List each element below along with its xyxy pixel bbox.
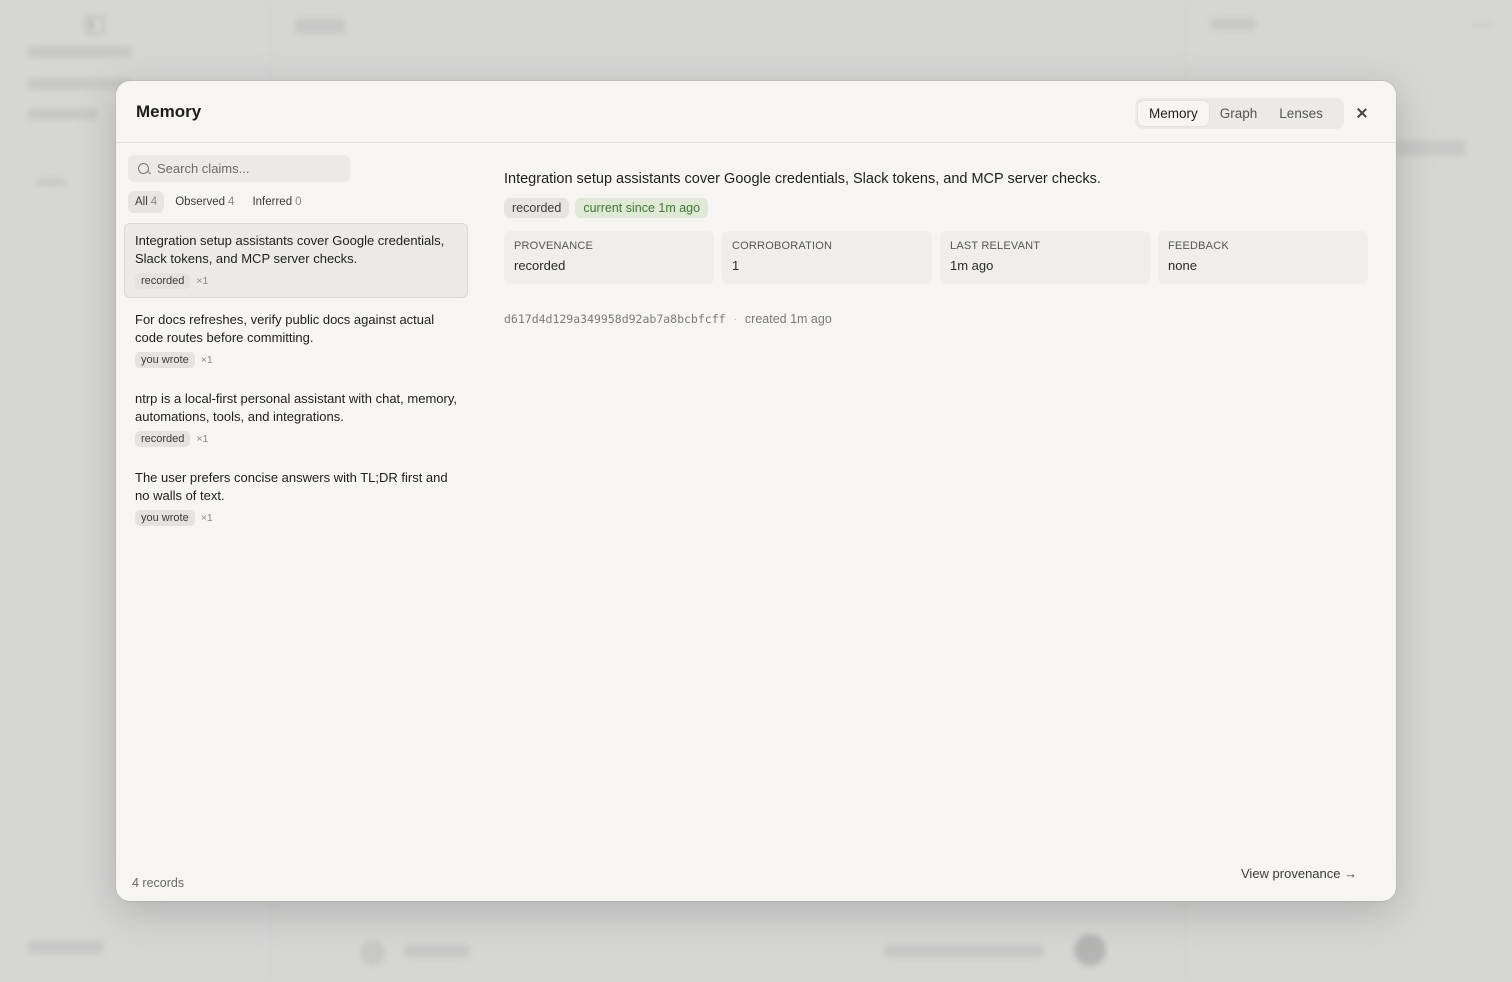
bg-placeholder [294, 18, 346, 34]
filter-count: 4 [228, 196, 235, 208]
record-id: d617d4d129a349958d92ab7a8bcbfcff [504, 312, 726, 326]
memory-modal: Memory Memory Graph Lenses All 4 Observe… [116, 81, 1396, 901]
bg-placeholder [1210, 18, 1256, 30]
bg-placeholder [404, 944, 470, 958]
meta-line: d617d4d129a349958d92ab7a8bcbfcff · creat… [504, 312, 1370, 326]
separator: · [733, 313, 737, 325]
filter-tabs: All 4 Observed 4 Inferred 0 [128, 191, 309, 213]
bg-placeholder [36, 178, 66, 186]
filter-label: Inferred [252, 196, 293, 208]
list-item[interactable]: Integration setup assistants cover Googl… [124, 223, 468, 298]
search-icon [138, 163, 149, 174]
claims-list: Integration setup assistants cover Googl… [124, 223, 468, 539]
stat-provenance: PROVENANCE recorded [504, 231, 714, 284]
stat-value: none [1168, 258, 1197, 273]
filter-label: All [135, 196, 148, 208]
source-badge: you wrote [135, 510, 195, 526]
stat-corroboration: CORROBORATION 1 [722, 231, 932, 284]
claim-text: Integration setup assistants cover Googl… [135, 233, 445, 266]
stat-label: CORROBORATION [732, 240, 833, 252]
claim-meta: recorded ×1 [135, 431, 457, 447]
stat-label: LAST RELEVANT [950, 240, 1041, 252]
bg-placeholder [884, 944, 1044, 958]
tab-lenses[interactable]: Lenses [1268, 101, 1334, 126]
filter-all[interactable]: All 4 [128, 191, 165, 213]
search-input[interactable] [157, 161, 337, 176]
filter-inferred[interactable]: Inferred 0 [245, 191, 308, 213]
filter-count: 4 [150, 196, 158, 208]
claim-detail: Integration setup assistants cover Googl… [504, 169, 1370, 326]
filter-count: 0 [295, 196, 302, 208]
stat-label: PROVENANCE [514, 240, 594, 252]
detail-badges: recorded current since 1m ago [504, 198, 1370, 218]
bg-placeholder [1396, 140, 1466, 156]
tab-memory[interactable]: Memory [1138, 101, 1209, 126]
view-tabs: Memory Graph Lenses [1135, 98, 1344, 129]
corroboration-count: ×1 [200, 354, 213, 366]
bg-placeholder [360, 940, 386, 966]
source-badge: recorded [135, 273, 191, 289]
list-item[interactable]: The user prefers concise answers with TL… [124, 460, 468, 535]
corroboration-count: ×1 [200, 512, 213, 524]
claim-text: The user prefers concise answers with TL… [135, 470, 448, 503]
tab-graph[interactable]: Graph [1209, 101, 1269, 126]
detail-text: Integration setup assistants cover Googl… [504, 171, 1101, 187]
created-time: created 1m ago [744, 312, 832, 326]
claim-meta: you wrote ×1 [135, 510, 457, 526]
modal-title: Memory [136, 102, 202, 121]
view-provenance-link[interactable]: View provenance → [1241, 866, 1357, 881]
records-count: 4 records [132, 876, 185, 890]
source-badge: you wrote [135, 352, 195, 368]
bg-placeholder [28, 940, 104, 954]
provenance-badge: recorded [504, 198, 570, 218]
bg-placeholder [1074, 934, 1106, 966]
close-icon[interactable] [1353, 104, 1371, 122]
claim-meta: you wrote ×1 [135, 352, 457, 368]
sidebar-toggle-icon [86, 16, 104, 34]
bg-placeholder [28, 108, 98, 120]
stat-label: FEEDBACK [1168, 240, 1229, 252]
list-item[interactable]: For docs refreshes, verify public docs a… [124, 302, 468, 377]
filter-label: Observed [175, 196, 226, 208]
list-item[interactable]: ntrp is a local-first personal assistant… [124, 381, 468, 456]
filter-observed[interactable]: Observed 4 [168, 191, 241, 213]
corroboration-count: ×1 [196, 433, 209, 445]
stat-value: 1 [732, 258, 740, 273]
claim-meta: recorded ×1 [135, 273, 457, 289]
search-field[interactable] [128, 155, 350, 182]
claim-text: ntrp is a local-first personal assistant… [135, 391, 457, 424]
source-badge: recorded [135, 431, 191, 447]
stat-feedback: FEEDBACK none [1158, 231, 1368, 284]
corroboration-count: ×1 [196, 275, 209, 287]
stat-value: recorded [514, 258, 566, 273]
claim-text: For docs refreshes, verify public docs a… [135, 312, 435, 345]
stat-last-relevant: LAST RELEVANT 1m ago [940, 231, 1150, 284]
bg-placeholder [28, 46, 132, 58]
stat-value: 1m ago [950, 258, 994, 273]
modal-header: Memory Memory Graph Lenses [116, 81, 1396, 143]
status-badge: current since 1m ago [575, 198, 709, 218]
stats-row: PROVENANCE recorded CORROBORATION 1 LAST… [504, 231, 1370, 284]
more-icon: ··· [1473, 14, 1494, 34]
